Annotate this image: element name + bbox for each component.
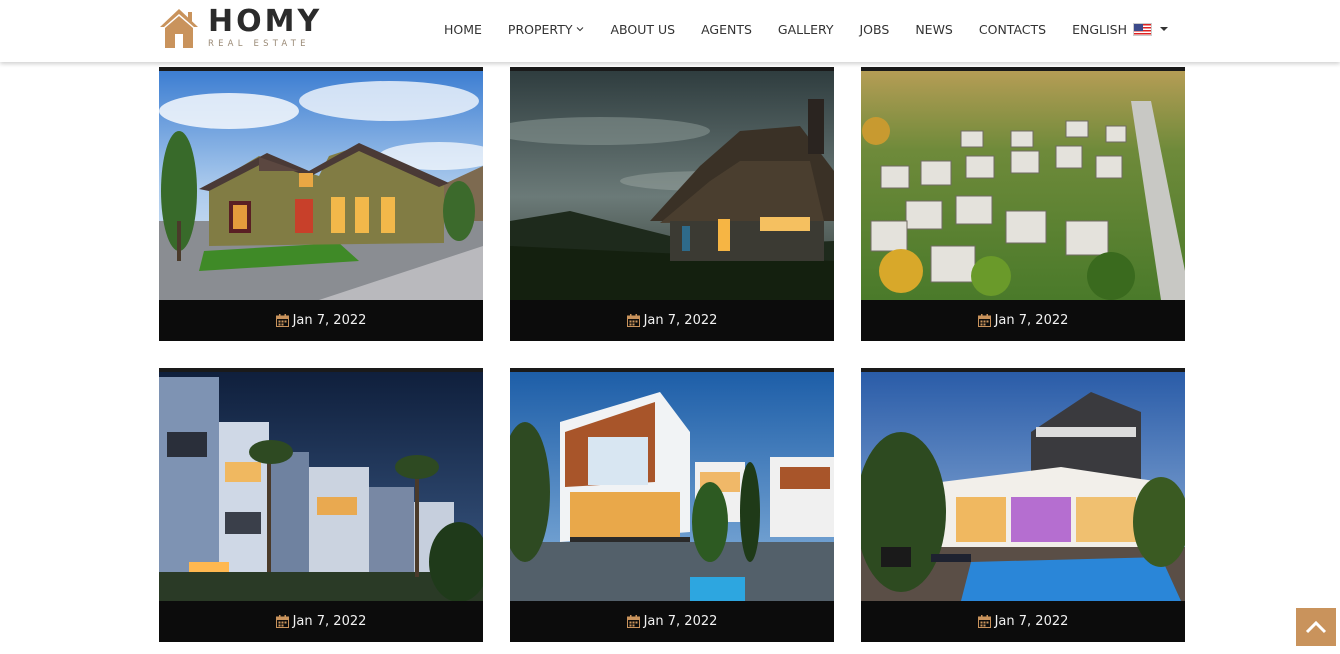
gallery-card[interactable]: Jan 7, 2022 — [510, 368, 834, 642]
calendar-icon — [977, 314, 991, 327]
nav-property[interactable]: PROPERTY — [508, 22, 585, 37]
post-date: Jan 7, 2022 — [643, 614, 718, 629]
calendar-icon — [977, 615, 991, 628]
nav-label: ABOUT US — [610, 21, 676, 37]
post-date: Jan 7, 2022 — [994, 313, 1069, 328]
nav-news[interactable]: NEWS — [915, 22, 953, 37]
nav-label: GALLERY — [777, 21, 834, 37]
calendar-icon — [275, 314, 289, 327]
calendar-icon — [275, 615, 289, 628]
gallery-card[interactable]: Jan 7, 2022 — [159, 368, 483, 642]
nav-agents[interactable]: AGENTS — [701, 22, 752, 37]
nav-contacts[interactable]: CONTACTS — [979, 22, 1046, 37]
nav-label: CONTACTS — [978, 21, 1047, 37]
main-nav: HOME PROPERTY ABOUT US AGENTS GALLERY JO… — [444, 20, 1169, 38]
gallery-card[interactable]: Jan 7, 2022 — [861, 67, 1185, 341]
nav-label: HOME — [444, 21, 482, 37]
post-date: Jan 7, 2022 — [292, 614, 367, 629]
post-date: Jan 7, 2022 — [643, 313, 718, 328]
gallery-photo — [861, 372, 1185, 601]
logo-name: HOMY — [208, 4, 323, 39]
gallery-photo — [510, 71, 834, 300]
language-selector[interactable]: ENGLISH — [1072, 21, 1169, 37]
back-to-top-button[interactable] — [1296, 608, 1336, 646]
card-caption: Jan 7, 2022 — [159, 601, 483, 642]
chevron-up-icon — [1305, 620, 1327, 634]
post-date: Jan 7, 2022 — [292, 313, 367, 328]
us-flag-icon — [1133, 22, 1153, 36]
nav-home[interactable]: HOME — [444, 22, 482, 37]
nav-label: PROPERTY — [507, 21, 573, 37]
gallery-card[interactable]: Jan 7, 2022 — [159, 67, 483, 341]
chevron-down-icon — [577, 27, 584, 32]
gallery-card[interactable]: Jan 7, 2022 — [861, 368, 1185, 642]
logo-tagline: REAL ESTATE — [208, 39, 310, 49]
house-logo-icon — [160, 9, 198, 48]
post-date: Jan 7, 2022 — [994, 614, 1069, 629]
nav-label: AGENTS — [701, 21, 752, 37]
gallery-photo — [861, 71, 1185, 300]
caret-down-icon — [1160, 27, 1169, 31]
nav-label: JOBS — [859, 21, 890, 37]
calendar-icon — [626, 615, 640, 628]
card-caption: Jan 7, 2022 — [159, 300, 483, 341]
card-caption: Jan 7, 2022 — [861, 300, 1185, 341]
site-header: HOMY REAL ESTATE HOME PROPERTY ABOUT US … — [0, 0, 1340, 62]
nav-gallery[interactable]: GALLERY — [778, 22, 834, 37]
calendar-icon — [626, 314, 640, 327]
site-logo[interactable]: HOMY REAL ESTATE — [158, 6, 328, 54]
nav-label: NEWS — [915, 21, 953, 37]
gallery-card[interactable]: Jan 7, 2022 — [510, 67, 834, 341]
gallery-photo — [159, 71, 483, 300]
gallery-photo — [159, 372, 483, 601]
card-caption: Jan 7, 2022 — [510, 601, 834, 642]
gallery-photo — [510, 372, 834, 601]
nav-about-us[interactable]: ABOUT US — [610, 22, 675, 37]
nav-jobs[interactable]: JOBS — [860, 22, 890, 37]
language-label: ENGLISH — [1072, 21, 1128, 37]
card-caption: Jan 7, 2022 — [510, 300, 834, 341]
card-caption: Jan 7, 2022 — [861, 601, 1185, 642]
